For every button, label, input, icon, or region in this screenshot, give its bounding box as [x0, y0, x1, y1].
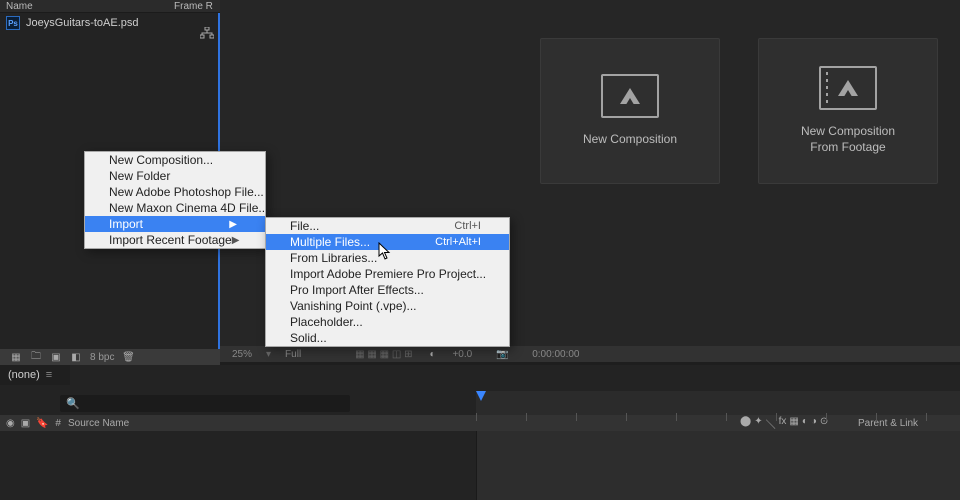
project-toolbar: ▦ 🗀 ▣ ◧ 8 bpc 🗑 [0, 349, 220, 365]
submenu-arrow-icon: ▶ [229, 219, 237, 230]
menu-item-label: New Adobe Photoshop File... [109, 185, 264, 199]
menu-item-label: Solid... [290, 331, 327, 345]
timecode-readout[interactable]: 0:00:00:00 [532, 349, 579, 360]
timeline-tab-none[interactable]: (none) ≡ [0, 365, 70, 385]
menu-item-label: Vanishing Point (.vpe)... [290, 299, 417, 313]
new-composition-button[interactable]: New Composition [540, 38, 720, 184]
flowchart-icon[interactable] [200, 27, 214, 42]
new-adjustment-icon[interactable]: ◧ [70, 351, 82, 363]
search-icon: 🔍 [66, 397, 80, 410]
menu-item-label: Import Adobe Premiere Pro Project... [290, 267, 486, 281]
project-item-psd[interactable]: Ps JoeysGuitars-toAE.psd [0, 13, 218, 33]
viewer-controls: 25% ▾ Full ▦ ▦ ▦ ◫ ⊞ ◐ +0.0 📷 0:00:00:00 [220, 346, 960, 362]
submenu-item-import-adobe-premiere-pro-project[interactable]: Import Adobe Premiere Pro Project... [266, 266, 509, 282]
menu-item-new-composition[interactable]: New Composition... [85, 152, 265, 168]
menu-shortcut: Ctrl+I [454, 220, 481, 232]
context-menu: New Composition... New Folder New Adobe Ph… [84, 151, 266, 249]
menu-item-label: Multiple Files... [290, 235, 370, 249]
search-field[interactable] [86, 396, 350, 411]
menu-item-label: Import Recent Footage [109, 233, 232, 247]
new-comp-icon[interactable]: ▣ [50, 351, 62, 363]
submenu-item-pro-import-after-effects[interactable]: Pro Import After Effects... [266, 282, 509, 298]
menu-item-label: From Libraries... [290, 251, 377, 265]
submenu-item-vanishing-point-vpe[interactable]: Vanishing Point (.vpe)... [266, 298, 509, 314]
menu-item-import[interactable]: Import ▶ [85, 216, 265, 232]
menu-item-label: New Composition... [109, 153, 213, 167]
menu-item-label: Pro Import After Effects... [290, 283, 424, 297]
menu-item-new-adobe-photoshop-file[interactable]: New Adobe Photoshop File... [85, 184, 265, 200]
panel-menu-icon[interactable]: ≡ [46, 369, 52, 381]
new-folder-icon[interactable]: 🗀 [30, 351, 42, 363]
submenu-item-file[interactable]: File... Ctrl+I [266, 218, 509, 234]
menu-item-import-recent-footage[interactable]: Import Recent Footage▶ [85, 232, 265, 248]
timeline-tab-label: (none) [8, 369, 40, 381]
timeline-ruler[interactable] [476, 391, 960, 415]
submenu-item-placeholder[interactable]: Placeholder... [266, 314, 509, 330]
menu-item-new-folder[interactable]: New Folder [85, 168, 265, 184]
menu-shortcut: Ctrl+Alt+I [435, 236, 481, 248]
timeline-tracks-area[interactable] [476, 431, 960, 500]
new-composition-from-footage-button[interactable]: New CompositionFrom Footage [758, 38, 938, 184]
menu-item-label: Placeholder... [290, 315, 363, 329]
interpret-footage-icon[interactable]: ▦ [10, 351, 22, 363]
submenu-item-multiple-files[interactable]: Multiple Files... Ctrl+Alt+I [266, 234, 509, 250]
index-column-icon[interactable]: # [54, 417, 62, 429]
snapshot-icon[interactable]: 📷 [496, 348, 508, 360]
column-name[interactable]: Name [6, 1, 174, 12]
menu-item-new-maxon-cinema-4d-file[interactable]: New Maxon Cinema 4D File... [85, 200, 265, 216]
timeline-search-input[interactable]: 🔍 [60, 395, 350, 412]
photoshop-file-icon: Ps [6, 16, 20, 30]
new-composition-icon [601, 74, 659, 118]
new-composition-label: New Composition [583, 132, 677, 148]
submenu-item-solid[interactable]: Solid... [266, 330, 509, 346]
menu-item-label: Import [109, 217, 143, 231]
exposure-value[interactable]: +0.0 [452, 349, 472, 360]
new-composition-from-footage-label: New CompositionFrom Footage [801, 124, 895, 155]
zoom-dropdown[interactable]: 25% [232, 349, 252, 360]
timeline-panel: (none) ≡ 🔍 ◉ ▣ 🔖 # Source Name ⬤✦＼fx▦◐◑⊙… [0, 365, 960, 500]
project-item-label: JoeysGuitars-toAE.psd [26, 17, 139, 29]
context-submenu-import: File... Ctrl+I Multiple Files... Ctrl+Alt+I… [265, 217, 510, 347]
menu-item-label: New Maxon Cinema 4D File... [109, 201, 268, 215]
label-column-icon[interactable]: 🔖 [36, 417, 48, 429]
resolution-dropdown[interactable]: Full [285, 349, 301, 360]
column-framerate[interactable]: Frame R [174, 1, 220, 12]
submenu-item-from-libraries[interactable]: From Libraries... [266, 250, 509, 266]
trash-icon[interactable]: 🗑 [122, 351, 134, 363]
ruler-ticks [476, 413, 960, 421]
menu-item-label: New Folder [109, 169, 170, 183]
submenu-arrow-icon: ▶ [232, 235, 240, 246]
bpc-label[interactable]: 8 bpc [90, 352, 114, 363]
visibility-column-icon[interactable]: ◉ [6, 417, 15, 429]
exposure-icon[interactable]: ◐ [426, 348, 438, 360]
new-composition-from-footage-icon [819, 66, 877, 110]
playhead-icon[interactable] [476, 391, 486, 401]
menu-item-label: File... [290, 219, 319, 233]
lock-column-icon[interactable]: ▣ [21, 417, 30, 429]
project-panel-header: Name Frame R [0, 0, 220, 13]
